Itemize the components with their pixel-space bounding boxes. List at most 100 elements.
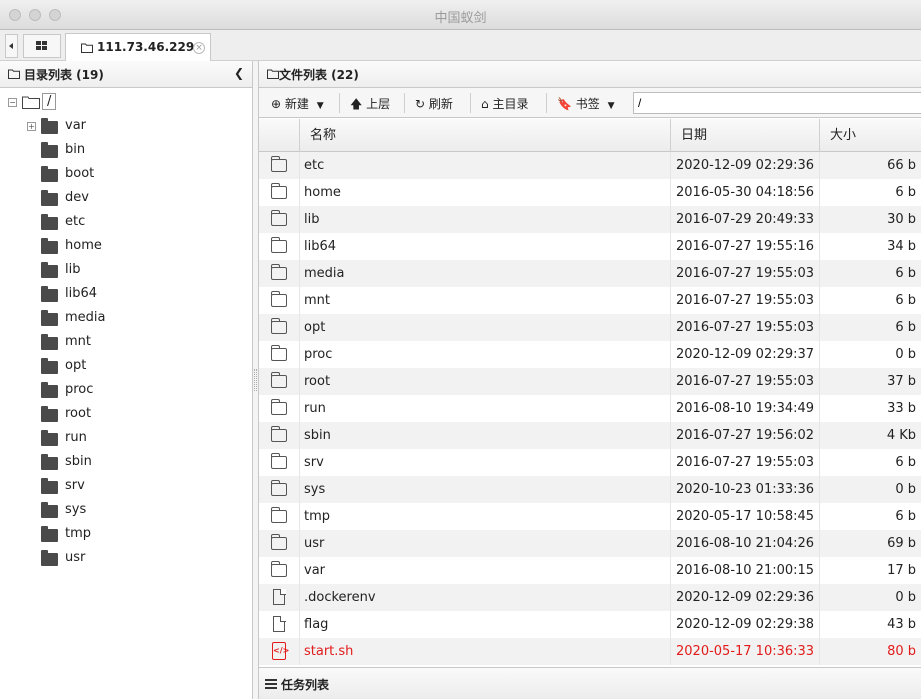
- file-toolbar: ⊕ 新建 ▼ 🡅 上层 ↻ 刷新 ⌂ 主目录 🔖 书签 ▼: [259, 88, 921, 118]
- file-size: 66 b: [819, 152, 921, 179]
- folder-icon: [41, 214, 58, 230]
- code-file-icon: </>: [272, 642, 289, 660]
- file-row[interactable]: lib64 2016-07-27 19:55:16 34 b: [259, 233, 921, 260]
- file-row[interactable]: root 2016-07-27 19:55:03 37 b: [259, 368, 921, 395]
- file-row[interactable]: sbin 2016-07-27 19:56:02 4 Kb: [259, 422, 921, 449]
- up-level-button[interactable]: 🡅 上层: [350, 95, 390, 116]
- file-row[interactable]: opt 2016-07-27 19:55:03 6 b: [259, 314, 921, 341]
- file-row[interactable]: flag 2020-12-09 02:29:38 43 b: [259, 611, 921, 638]
- folder-icon: [8, 69, 20, 79]
- file-date: 2016-07-27 19:55:03: [670, 368, 819, 395]
- tree-item-label: proc: [65, 382, 94, 397]
- refresh-icon: ↻: [415, 97, 426, 111]
- file-name: start.sh: [299, 638, 670, 665]
- file-row[interactable]: sys 2020-10-23 01:33:36 0 b: [259, 476, 921, 503]
- folder-icon: [41, 454, 58, 470]
- folder-icon: [270, 507, 287, 523]
- expand-icon[interactable]: +: [27, 122, 36, 131]
- file-row[interactable]: etc 2020-12-09 02:29:36 66 b: [259, 152, 921, 179]
- caret-left-icon: [9, 43, 13, 49]
- task-panel[interactable]: 任务列表: [259, 667, 921, 699]
- file-name: root: [299, 368, 670, 395]
- file-size: 6 b: [819, 179, 921, 206]
- file-size: 37 b: [819, 368, 921, 395]
- tree-item-label: usr: [65, 550, 86, 565]
- file-date: 2016-07-27 19:55:16: [670, 233, 819, 260]
- tree-item-label: boot: [65, 166, 95, 181]
- tab-connection[interactable]: 111.73.46.229 ×: [65, 33, 211, 61]
- file-date: 2016-07-27 19:55:03: [670, 314, 819, 341]
- file-row[interactable]: .dockerenv 2020-12-09 02:29:36 0 b: [259, 584, 921, 611]
- tab-grid-button[interactable]: [23, 34, 61, 58]
- file-row[interactable]: usr 2016-08-10 21:04:26 69 b: [259, 530, 921, 557]
- folder-icon: [41, 142, 58, 158]
- folder-icon: [41, 358, 58, 374]
- collapse-icon[interactable]: −: [8, 98, 17, 107]
- folder-icon: [41, 166, 58, 182]
- folder-icon: [270, 345, 287, 361]
- file-row[interactable]: tmp 2020-05-17 10:58:45 6 b: [259, 503, 921, 530]
- file-row[interactable]: media 2016-07-27 19:55:03 6 b: [259, 260, 921, 287]
- file-row[interactable]: run 2016-08-10 19:34:49 33 b: [259, 395, 921, 422]
- path-input[interactable]: [633, 92, 921, 114]
- folder-icon: [270, 156, 287, 172]
- collapse-panel-icon[interactable]: ❮: [234, 66, 244, 80]
- file-size: 69 b: [819, 530, 921, 557]
- folder-icon: [270, 480, 287, 496]
- task-panel-label: 任务列表: [281, 678, 330, 692]
- up-level-label: 上层: [366, 97, 391, 111]
- home-dir-button[interactable]: ⌂ 主目录: [481, 95, 528, 112]
- tree-item-label: opt: [65, 358, 87, 373]
- folder-icon: [270, 264, 287, 280]
- folder-icon: [270, 561, 287, 577]
- bookmark-button[interactable]: 🔖 书签 ▼: [557, 95, 615, 112]
- file-size: 6 b: [819, 449, 921, 476]
- file-row[interactable]: srv 2016-07-27 19:55:03 6 b: [259, 449, 921, 476]
- file-name: var: [299, 557, 670, 584]
- file-date: 2016-07-27 19:55:03: [670, 449, 819, 476]
- tab-scroll-left-button[interactable]: [5, 34, 18, 58]
- file-row[interactable]: proc 2020-12-09 02:29:37 0 b: [259, 341, 921, 368]
- directory-panel-header: 目录列表 (19) ❮: [0, 61, 252, 88]
- new-button-label: 新建: [284, 97, 309, 111]
- folder-icon: [41, 334, 58, 350]
- file-size: 0 b: [819, 476, 921, 503]
- folder-icon: [270, 372, 287, 388]
- file-date: 2020-05-17 10:36:33: [670, 638, 819, 665]
- directory-panel-title: 目录列表 (19): [24, 68, 104, 82]
- file-date: 2020-10-23 01:33:36: [670, 476, 819, 503]
- folder-icon: [41, 406, 58, 422]
- file-row[interactable]: var 2016-08-10 21:00:15 17 b: [259, 557, 921, 584]
- folder-icon: [267, 69, 279, 79]
- file-row[interactable]: lib 2016-07-29 20:49:33 30 b: [259, 206, 921, 233]
- close-tab-icon[interactable]: ×: [193, 42, 205, 54]
- file-row[interactable]: </> start.sh 2020-05-17 10:36:33 80 b: [259, 638, 921, 665]
- file-size: 0 b: [819, 341, 921, 368]
- file-row[interactable]: mnt 2016-07-27 19:55:03 6 b: [259, 287, 921, 314]
- file-size: 6 b: [819, 287, 921, 314]
- tab-bar: 111.73.46.229 ×: [0, 30, 921, 61]
- tree-item-label: run: [65, 430, 87, 445]
- file-name: usr: [299, 530, 670, 557]
- file-date: 2016-08-10 19:34:49: [670, 395, 819, 422]
- bookmark-label: 书签: [575, 97, 600, 111]
- refresh-button[interactable]: ↻ 刷新: [415, 95, 453, 112]
- folder-icon: [270, 399, 287, 415]
- list-icon: [265, 678, 277, 692]
- file-size: 4 Kb: [819, 422, 921, 449]
- tree-root-label: /: [42, 93, 57, 110]
- tree-item-label: root: [65, 406, 92, 421]
- folder-icon: [270, 210, 287, 226]
- folder-icon: [270, 318, 287, 334]
- folder-icon: [41, 550, 58, 566]
- file-row[interactable]: home 2016-05-30 04:18:56 6 b: [259, 179, 921, 206]
- new-button[interactable]: ⊕ 新建 ▼: [271, 95, 324, 112]
- file-size: 33 b: [819, 395, 921, 422]
- tree-item-label: sys: [65, 502, 87, 517]
- file-name: sys: [299, 476, 670, 503]
- column-header-size[interactable]: 大小: [819, 119, 921, 152]
- file-name: tmp: [299, 503, 670, 530]
- column-header-date[interactable]: 日期: [670, 119, 819, 152]
- column-header-name[interactable]: 名称: [299, 119, 670, 152]
- file-date: 2016-07-27 19:56:02: [670, 422, 819, 449]
